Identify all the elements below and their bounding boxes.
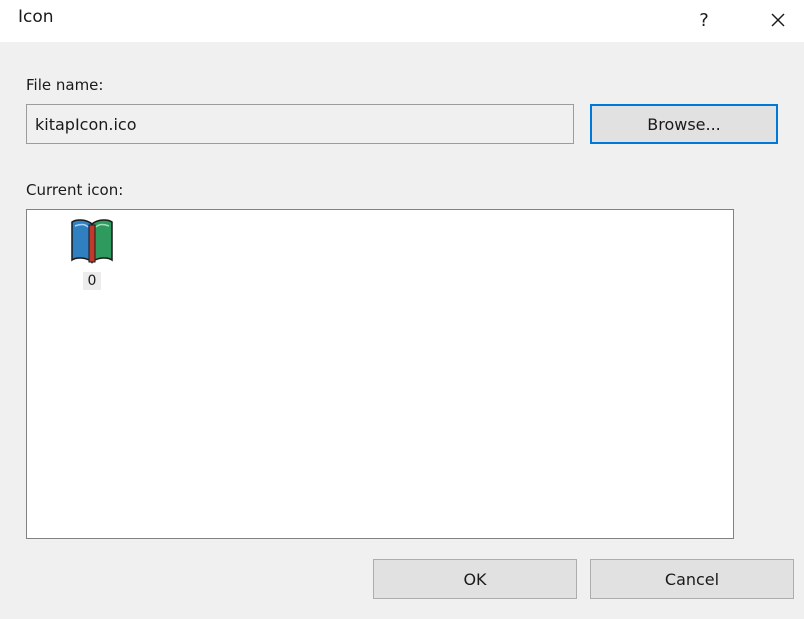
current-icon-label: Current icon:	[26, 181, 124, 199]
help-button[interactable]: ?	[686, 0, 722, 40]
title-bar: Icon ?	[0, 0, 804, 42]
close-icon	[771, 13, 785, 27]
cancel-button[interactable]: Cancel	[590, 559, 794, 599]
icon-dialog: Icon ? File name: Browse... Current icon…	[0, 0, 804, 619]
book-icon	[71, 219, 113, 264]
file-name-input[interactable]	[26, 104, 574, 144]
file-name-label: File name:	[26, 76, 104, 94]
ok-button[interactable]: OK	[373, 559, 577, 599]
window-title: Icon	[18, 7, 54, 27]
browse-button[interactable]: Browse...	[590, 104, 778, 144]
icon-list[interactable]: 0	[26, 209, 734, 539]
icon-list-item[interactable]: 0	[63, 216, 121, 290]
close-button[interactable]	[758, 0, 798, 40]
icon-index-label: 0	[82, 272, 102, 290]
